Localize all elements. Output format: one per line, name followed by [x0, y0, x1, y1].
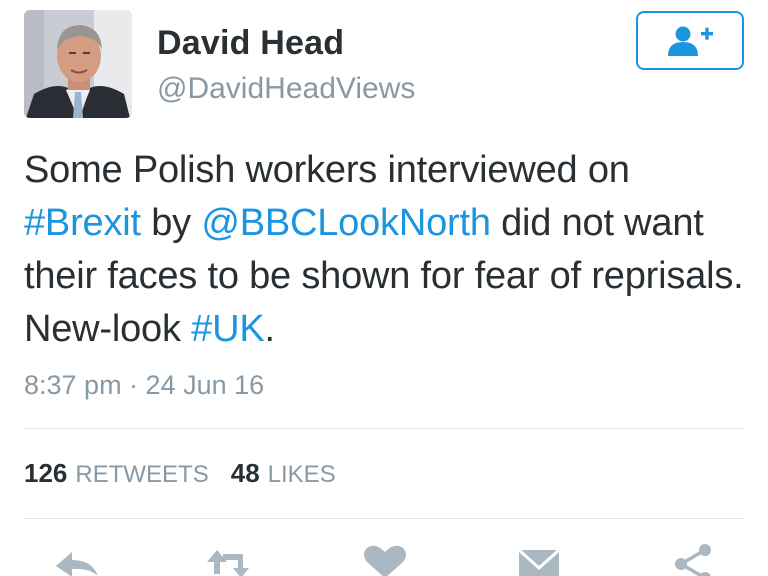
retweet-icon [207, 550, 249, 576]
tweet-text-segment: . [264, 308, 275, 350]
retweets-label: RETWEETS [75, 461, 209, 488]
engagement-stats: 126 RETWEETS 48 LIKES [24, 458, 336, 489]
divider [24, 428, 744, 429]
tweet-text-segment: by [140, 202, 202, 244]
share-button[interactable] [665, 540, 721, 576]
reply-button[interactable] [50, 540, 106, 576]
display-name[interactable]: David Head [157, 24, 344, 63]
retweet-button[interactable] [203, 540, 259, 576]
like-button[interactable] [357, 540, 413, 576]
add-user-icon [668, 26, 713, 56]
tweet-timestamp[interactable]: 8:37 pm · 24 Jun 16 [24, 370, 264, 401]
mention-link-bbclooknorth[interactable]: @BBCLookNorth [201, 202, 491, 244]
user-handle[interactable]: @DavidHeadViews [157, 72, 415, 106]
likes-label: LIKES [267, 461, 336, 488]
tweet-text: Some Polish workers interviewed on #Brex… [24, 144, 754, 356]
likes-stat[interactable]: 48 LIKES [231, 458, 336, 489]
hashtag-link-uk[interactable]: #UK [191, 308, 265, 350]
divider [24, 518, 744, 519]
retweets-count: 126 [24, 458, 68, 488]
message-icon [517, 548, 561, 576]
action-bar [0, 540, 768, 576]
reply-icon [56, 552, 98, 576]
tweet-card: David Head @DavidHeadViews Some Polish w… [0, 0, 768, 576]
retweets-stat[interactable]: 126 RETWEETS [24, 458, 209, 489]
follow-button[interactable] [636, 11, 744, 70]
likes-count: 48 [230, 458, 260, 488]
share-icon [675, 544, 711, 576]
hashtag-link-brexit[interactable]: #Brexit [24, 202, 141, 244]
message-button[interactable] [511, 540, 567, 576]
avatar[interactable] [24, 10, 132, 118]
like-icon [364, 545, 406, 576]
profile-photo [24, 10, 132, 118]
tweet-text-segment: Some Polish workers interviewed on [24, 149, 630, 191]
